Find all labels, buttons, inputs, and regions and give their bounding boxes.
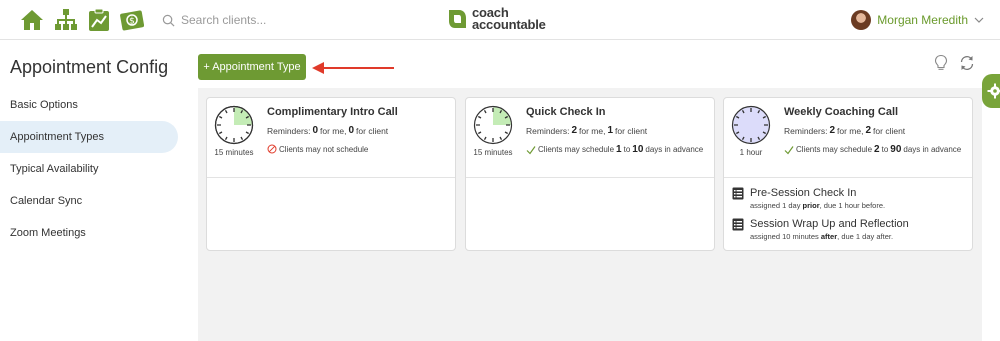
- task-schedule-pre: assigned 10 minutes: [750, 232, 819, 241]
- reminders-me-text: for me,: [837, 125, 864, 136]
- reminders-client-text: for client: [873, 125, 906, 136]
- sidebar-item-typical-availability[interactable]: Typical Availability: [0, 153, 178, 185]
- task-pre-session-check-in[interactable]: Pre-Session Check In assigned 1 day prio…: [732, 187, 885, 210]
- reminders-me-count: 0: [312, 125, 319, 136]
- checkmark-icon: [784, 145, 794, 154]
- scheduling-max-days: 10: [632, 144, 644, 155]
- appointment-card-quick-check-in[interactable]: 15 minutes Quick Check In Reminders: 2 f…: [465, 97, 715, 251]
- card-header: 15 minutes Quick Check In Reminders: 2 f…: [466, 98, 714, 178]
- task-schedule: assigned 10 minutes after, due 1 day aft…: [750, 232, 909, 241]
- settings-tab[interactable]: [982, 74, 1000, 108]
- top-bar: $ coach accountable Morgan Meredith: [0, 0, 1000, 40]
- reminders-line: Reminders: 0 for me, 0 for client: [267, 125, 388, 136]
- home-icon[interactable]: [20, 8, 44, 32]
- money-icon[interactable]: $: [120, 8, 144, 32]
- task-session-wrap-up[interactable]: Session Wrap Up and Reflection assigned …: [732, 218, 909, 241]
- clipboard-chart-icon[interactable]: [87, 8, 111, 32]
- task-schedule-relation: prior: [802, 201, 820, 210]
- scheduling-line: Clients may schedule 1 to 10 days in adv…: [526, 144, 703, 155]
- sidebar-item-calendar-sync[interactable]: Calendar Sync: [0, 185, 178, 217]
- checklist-icon: [732, 218, 744, 231]
- scheduling-min-days: 1: [616, 144, 622, 155]
- reminders-me-count: 2: [829, 125, 836, 136]
- svg-text:$: $: [129, 17, 135, 27]
- avatar: [851, 10, 872, 30]
- reminders-line: Reminders: 2 for me, 2 for client: [784, 125, 905, 136]
- reminders-client-count: 2: [865, 125, 872, 136]
- gear-icon: [987, 83, 1000, 99]
- org-chart-icon[interactable]: [54, 8, 78, 32]
- refresh-icon[interactable]: [958, 54, 976, 72]
- reminders-client-text: for client: [615, 125, 648, 136]
- brand-logo[interactable]: coach accountable: [447, 6, 546, 32]
- reminders-label: Reminders:: [784, 125, 828, 136]
- task-schedule-post: , due 1 hour before.: [819, 201, 886, 210]
- search-icon: [162, 14, 175, 26]
- reminders-line: Reminders: 2 for me, 1 for client: [526, 125, 647, 136]
- clock-15-minutes-icon: [473, 105, 513, 145]
- task-schedule: assigned 1 day prior, due 1 hour before.: [750, 201, 885, 210]
- red-arrow-annotation: [312, 62, 394, 74]
- reminders-me-text: for me,: [320, 125, 347, 136]
- scheduling-suffix: days in advance: [645, 145, 704, 154]
- scheduling-to-text: to: [623, 145, 631, 154]
- task-title: Pre-Session Check In: [750, 187, 857, 199]
- scheduling-min-days: 2: [874, 144, 880, 155]
- task-schedule-pre: assigned 1 day: [750, 201, 801, 210]
- search-box[interactable]: [162, 10, 321, 30]
- scheduling-line: Clients may schedule 2 to 90 days in adv…: [784, 144, 961, 155]
- page-title: Appointment Config: [10, 57, 169, 77]
- card-title: Complimentary Intro Call: [267, 106, 398, 118]
- duration-label: 15 minutes: [473, 148, 513, 157]
- not-allowed-icon: [267, 144, 277, 154]
- appointment-card-weekly-coaching-call[interactable]: 1 hour Weekly Coaching Call Reminders: 2…: [723, 97, 973, 251]
- search-input[interactable]: [181, 13, 321, 27]
- reminders-client-count: 1: [607, 125, 614, 136]
- task-schedule-relation: after: [820, 232, 838, 241]
- duration-label: 15 minutes: [214, 148, 254, 157]
- scheduling-max-days: 90: [890, 144, 902, 155]
- user-name: Morgan Meredith: [877, 13, 968, 27]
- scheduling-prefix: Clients may schedule: [538, 145, 615, 154]
- reminders-client-count: 0: [348, 125, 355, 136]
- clock-1-hour-icon: [731, 105, 771, 145]
- chevron-down-icon: [974, 17, 984, 23]
- appointment-card-complimentary-intro-call[interactable]: 15 minutes Complimentary Intro Call Remi…: [206, 97, 456, 251]
- task-title: Session Wrap Up and Reflection: [750, 218, 909, 230]
- card-title: Weekly Coaching Call: [784, 106, 899, 118]
- lightbulb-icon[interactable]: [932, 54, 950, 72]
- sidebar-item-appointment-types[interactable]: Appointment Types: [0, 121, 178, 153]
- reminders-me-count: 2: [571, 125, 578, 136]
- reminders-label: Reminders:: [267, 125, 311, 136]
- scheduling-line: Clients may not schedule: [267, 144, 368, 154]
- appointment-types-panel: 15 minutes Complimentary Intro Call Remi…: [198, 88, 982, 341]
- card-header: 1 hour Weekly Coaching Call Reminders: 2…: [724, 98, 972, 178]
- user-menu[interactable]: Morgan Meredith: [851, 10, 984, 30]
- scheduling-text: Clients may not schedule: [279, 144, 369, 154]
- sidebar-item-zoom-meetings[interactable]: Zoom Meetings: [0, 217, 178, 249]
- reminders-me-text: for me,: [579, 125, 606, 136]
- scheduling-prefix: Clients may schedule: [796, 145, 873, 154]
- duration-label: 1 hour: [739, 148, 763, 157]
- leaf-logo-icon: [449, 10, 466, 28]
- sidebar-item-basic-options[interactable]: Basic Options: [0, 89, 178, 121]
- checkmark-icon: [526, 145, 536, 154]
- scheduling-suffix: days in advance: [903, 145, 962, 154]
- checklist-icon: [732, 187, 744, 200]
- scheduling-to-text: to: [881, 145, 889, 154]
- card-title: Quick Check In: [526, 106, 606, 118]
- sidebar: Appointment Config Basic Options Appoint…: [0, 41, 198, 341]
- task-schedule-post: , due 1 day after.: [837, 232, 894, 241]
- reminders-label: Reminders:: [526, 125, 570, 136]
- clock-15-minutes-icon: [214, 105, 254, 145]
- add-appointment-type-button[interactable]: + Appointment Type: [198, 54, 306, 80]
- card-header: 15 minutes Complimentary Intro Call Remi…: [207, 98, 455, 178]
- reminders-client-text: for client: [356, 125, 389, 136]
- brand-name-line2: accountable: [472, 17, 546, 32]
